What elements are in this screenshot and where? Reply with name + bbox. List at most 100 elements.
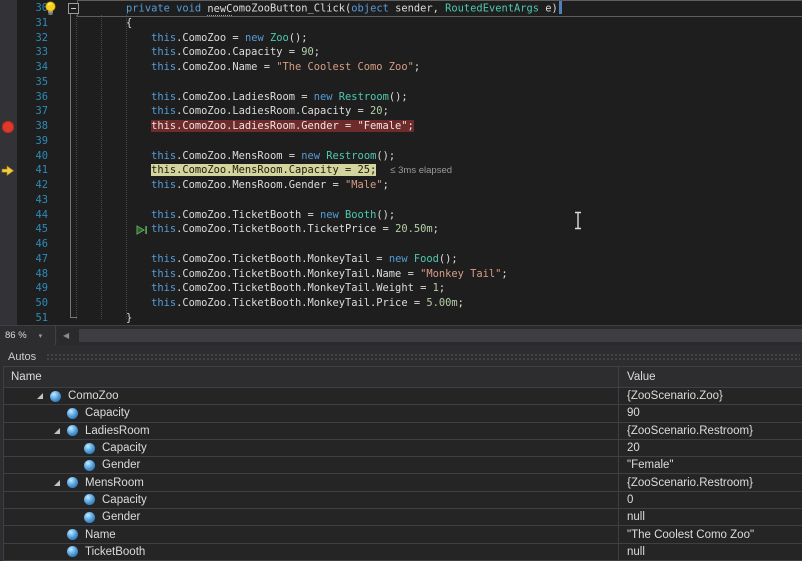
code-text[interactable]: } — [76, 311, 802, 325]
code-text[interactable]: { — [76, 16, 802, 31]
variable-name-cell[interactable]: MensRoom — [4, 474, 618, 490]
variable-value-cell[interactable]: 20 — [618, 440, 802, 456]
glyph-margin[interactable] — [0, 45, 17, 60]
horizontal-scrollbar[interactable]: ◀ — [57, 326, 802, 345]
code-text[interactable] — [76, 237, 802, 252]
zoom-level-dropdown[interactable]: 86 % ▾ — [0, 326, 56, 345]
autos-row[interactable]: LadiesRoom{ZooScenario.Restroom} — [4, 423, 802, 440]
glyph-margin[interactable] — [0, 75, 17, 90]
outlining-margin[interactable] — [52, 163, 76, 178]
outlining-margin[interactable] — [52, 311, 76, 325]
expander-icon[interactable] — [53, 479, 61, 487]
outlining-margin[interactable] — [52, 75, 76, 90]
glyph-margin[interactable] — [0, 311, 17, 325]
code-text[interactable]: this.ComoZoo = new Zoo(); — [76, 31, 802, 46]
code-text[interactable]: this.ComoZoo.TicketBooth.MonkeyTail.Pric… — [76, 296, 802, 311]
glyph-margin[interactable] — [0, 208, 17, 223]
outlining-margin[interactable] — [52, 45, 76, 60]
code-editor[interactable]: 30 private void newComoZooButton_Click(o… — [0, 0, 802, 325]
outlining-margin[interactable] — [52, 60, 76, 75]
glyph-margin[interactable] — [0, 31, 17, 46]
code-text[interactable] — [76, 75, 802, 90]
outlining-margin[interactable] — [52, 31, 76, 46]
glyph-margin[interactable] — [0, 163, 17, 178]
glyph-margin[interactable] — [0, 193, 17, 208]
code-text[interactable]: this.ComoZoo.TicketBooth.MonkeyTail.Weig… — [76, 281, 802, 296]
code-text[interactable]: this.ComoZoo.LadiesRoom = new Restroom()… — [76, 90, 802, 105]
code-text[interactable]: private void newComoZooButton_Click(obje… — [76, 1, 802, 16]
code-text[interactable]: this.ComoZoo.LadiesRoom.Gender = "Female… — [76, 119, 802, 134]
variable-name-cell[interactable]: Capacity — [4, 492, 618, 508]
lightbulb-icon[interactable] — [44, 1, 57, 21]
perf-tip[interactable]: ≤ 3ms elapsed — [376, 165, 452, 176]
variable-value-cell[interactable]: null — [618, 509, 802, 525]
outlining-margin[interactable] — [52, 237, 76, 252]
variable-name-cell[interactable]: Name — [4, 526, 618, 542]
outlining-margin[interactable] — [52, 281, 76, 296]
scrollbar-thumb[interactable] — [79, 329, 802, 342]
variable-name-cell[interactable]: ComoZoo — [4, 388, 618, 404]
glyph-margin[interactable] — [0, 104, 17, 119]
glyph-margin[interactable] — [0, 149, 17, 164]
glyph-margin[interactable] — [0, 60, 17, 75]
variable-value-cell[interactable]: {ZooScenario.Restroom} — [618, 423, 802, 439]
code-text[interactable]: this.ComoZoo.TicketBooth.TicketPrice = 2… — [76, 222, 802, 237]
variable-value-cell[interactable]: 0 — [618, 492, 802, 508]
expander-icon[interactable] — [53, 427, 61, 435]
code-text[interactable]: this.ComoZoo.TicketBooth.MonkeyTail = ne… — [76, 252, 802, 267]
variable-name-cell[interactable]: LadiesRoom — [4, 423, 618, 439]
column-header-name[interactable]: Name — [4, 367, 618, 387]
outlining-margin[interactable] — [52, 252, 76, 267]
variable-value-cell[interactable]: "The Coolest Como Zoo" — [618, 526, 802, 542]
outlining-margin[interactable] — [52, 296, 76, 311]
code-text[interactable] — [76, 193, 802, 208]
glyph-margin[interactable] — [0, 222, 17, 237]
variable-value-cell[interactable]: 90 — [618, 405, 802, 421]
code-text[interactable]: this.ComoZoo.TicketBooth.MonkeyTail.Name… — [76, 267, 802, 282]
outlining-margin[interactable] — [52, 104, 76, 119]
code-text[interactable]: this.ComoZoo.LadiesRoom.Capacity = 20; — [76, 104, 802, 119]
autos-panel-titlebar[interactable]: Autos — [0, 348, 802, 366]
outlining-margin[interactable] — [52, 178, 76, 193]
autos-row[interactable]: Gendernull — [4, 509, 802, 526]
expander-icon[interactable] — [36, 392, 44, 400]
code-text[interactable]: this.ComoZoo.Capacity = 90; — [76, 45, 802, 60]
autos-row[interactable]: Gender"Female" — [4, 457, 802, 474]
variable-value-cell[interactable]: "Female" — [618, 457, 802, 473]
autos-row[interactable]: Capacity0 — [4, 492, 802, 509]
glyph-margin[interactable] — [0, 1, 17, 16]
glyph-margin[interactable] — [0, 237, 17, 252]
glyph-margin[interactable] — [0, 178, 17, 193]
glyph-margin[interactable] — [0, 16, 17, 31]
outlining-margin[interactable] — [52, 149, 76, 164]
column-header-value[interactable]: Value — [618, 367, 802, 387]
variable-value-cell[interactable]: null — [618, 544, 802, 560]
outlining-margin[interactable] — [52, 222, 76, 237]
variable-name-cell[interactable]: Gender — [4, 457, 618, 473]
code-text[interactable]: this.ComoZoo.Name = "The Coolest Como Zo… — [76, 60, 802, 75]
glyph-margin[interactable] — [0, 90, 17, 105]
outlining-margin[interactable] — [52, 90, 76, 105]
glyph-margin[interactable] — [0, 281, 17, 296]
autos-row[interactable]: Capacity20 — [4, 440, 802, 457]
autos-row[interactable]: TicketBoothnull — [4, 544, 802, 561]
breakpoint-icon[interactable] — [2, 121, 14, 133]
run-to-click-icon[interactable] — [136, 223, 148, 241]
autos-row[interactable]: MensRoom{ZooScenario.Restroom} — [4, 474, 802, 491]
glyph-margin[interactable] — [0, 119, 17, 134]
glyph-margin[interactable] — [0, 134, 17, 149]
outlining-margin[interactable] — [52, 208, 76, 223]
code-text[interactable]: this.ComoZoo.MensRoom.Gender = "Male"; — [76, 178, 802, 193]
autos-row[interactable]: ComoZoo{ZooScenario.Zoo} — [4, 388, 802, 405]
variable-name-cell[interactable]: Capacity — [4, 405, 618, 421]
code-text[interactable]: this.ComoZoo.MensRoom.Capacity = 25;≤ 3m… — [76, 163, 802, 178]
outlining-margin[interactable] — [52, 267, 76, 282]
variable-name-cell[interactable]: TicketBooth — [4, 544, 618, 560]
code-text[interactable]: this.ComoZoo.MensRoom = new Restroom(); — [76, 149, 802, 164]
code-text[interactable] — [76, 134, 802, 149]
outlining-margin[interactable] — [52, 119, 76, 134]
variable-name-cell[interactable]: Gender — [4, 509, 618, 525]
variable-name-cell[interactable]: Capacity — [4, 440, 618, 456]
glyph-margin[interactable] — [0, 267, 17, 282]
scroll-left-icon[interactable]: ◀ — [63, 331, 69, 341]
